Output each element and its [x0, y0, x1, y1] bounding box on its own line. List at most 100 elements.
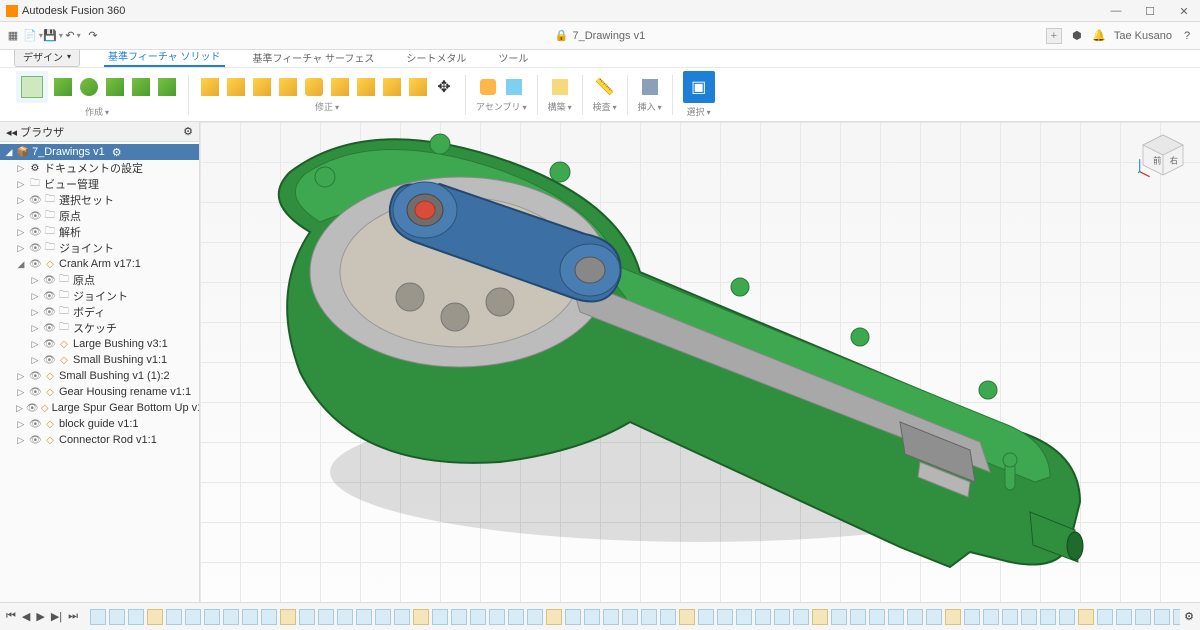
tree-node[interactable]: ▷👁◇block guide v1:1 [0, 416, 199, 432]
help-icon[interactable]: ? [1180, 29, 1194, 43]
timeline-feature[interactable] [660, 609, 676, 625]
timeline-feature[interactable] [223, 609, 239, 625]
assemble-1-button[interactable] [477, 76, 499, 98]
timeline-feature[interactable] [1021, 609, 1037, 625]
construct-group-label[interactable]: 構築 [548, 100, 572, 113]
tab-surface[interactable]: 基準フィーチャ サーフェス [249, 48, 379, 67]
tab-tools[interactable]: ツール [494, 48, 532, 67]
timeline-feature[interactable] [869, 609, 885, 625]
timeline-feature[interactable] [375, 609, 391, 625]
construct-button[interactable] [549, 76, 571, 98]
timeline-settings-icon[interactable]: ⚙ [1184, 610, 1194, 623]
timeline-feature[interactable] [945, 609, 961, 625]
timeline-feature[interactable] [470, 609, 486, 625]
modify-3-button[interactable] [251, 76, 273, 98]
select-group-label[interactable]: 選択 [687, 105, 711, 118]
create-box-button[interactable] [52, 76, 74, 98]
file-menu-icon[interactable]: 📄 [26, 29, 40, 43]
tree-root[interactable]: ◢📦7_Drawings v1⚙ [0, 144, 199, 160]
create-group-label[interactable]: 作成 [85, 105, 109, 118]
timeline-feature[interactable] [850, 609, 866, 625]
modify-group-label[interactable]: 修正 [315, 100, 339, 113]
tree-node[interactable]: ▷👁◇Gear Housing rename v1:1 [0, 384, 199, 400]
timeline-feature[interactable] [166, 609, 182, 625]
select-button[interactable]: ▣ [683, 71, 715, 103]
timeline-feature[interactable] [1059, 609, 1075, 625]
timeline-feature[interactable] [1078, 609, 1094, 625]
tree-node[interactable]: ▷👁🗀選択セット [0, 192, 199, 208]
timeline-feature[interactable] [489, 609, 505, 625]
timeline-feature[interactable] [793, 609, 809, 625]
timeline-feature[interactable] [1154, 609, 1170, 625]
timeline-feature[interactable] [964, 609, 980, 625]
assemble-2-button[interactable] [503, 76, 525, 98]
data-panel-icon[interactable]: ▦ [6, 29, 20, 43]
timeline-last-button[interactable]: ⏭ [68, 610, 78, 623]
timeline-feature[interactable] [1040, 609, 1056, 625]
inspect-group-label[interactable]: 検査 [593, 100, 617, 113]
save-icon[interactable]: 💾 [46, 29, 60, 43]
timeline-feature[interactable] [147, 609, 163, 625]
modify-4-button[interactable] [277, 76, 299, 98]
timeline-feature[interactable] [508, 609, 524, 625]
tab-sheet-metal[interactable]: シートメタル [402, 48, 470, 67]
timeline-feature[interactable] [907, 609, 923, 625]
timeline-first-button[interactable]: ⏮ [6, 610, 16, 623]
sketch-button[interactable] [16, 71, 48, 103]
modify-5-button[interactable] [303, 76, 325, 98]
create-feature2-button[interactable] [130, 76, 152, 98]
tree-node[interactable]: ▷👁🗀ジョイント [0, 240, 199, 256]
insert-button[interactable] [639, 76, 661, 98]
viewcube[interactable]: 前 右 [1138, 130, 1188, 180]
timeline-feature[interactable] [698, 609, 714, 625]
timeline-feature[interactable] [527, 609, 543, 625]
timeline-feature[interactable] [299, 609, 315, 625]
create-feature-button[interactable] [104, 76, 126, 98]
inspect-button[interactable]: 📏 [594, 76, 616, 98]
timeline-play-button[interactable]: ▶ [36, 610, 44, 623]
tree-node[interactable]: ▷🗀ビュー管理 [0, 176, 199, 192]
timeline-feature[interactable] [318, 609, 334, 625]
tree-node[interactable]: ▷⚙ドキュメントの設定 [0, 160, 199, 176]
tree-node[interactable]: ▷👁🗀ボディ [0, 304, 199, 320]
tree-node[interactable]: ▷👁🗀ジョイント [0, 288, 199, 304]
timeline-feature[interactable] [337, 609, 353, 625]
timeline-feature[interactable] [280, 609, 296, 625]
new-tab-button[interactable]: + [1046, 28, 1062, 44]
window-close-button[interactable]: ✕ [1172, 3, 1196, 19]
timeline-feature[interactable] [185, 609, 201, 625]
timeline-prev-button[interactable]: ◀ [22, 610, 30, 623]
timeline-feature[interactable] [413, 609, 429, 625]
modify-9-button[interactable] [407, 76, 429, 98]
create-feature3-button[interactable] [156, 76, 178, 98]
tree-node[interactable]: ▷👁◇Connector Rod v1:1 [0, 432, 199, 448]
timeline-feature[interactable] [622, 609, 638, 625]
timeline-feature[interactable] [1135, 609, 1151, 625]
notifications-icon[interactable]: 🔔 [1092, 29, 1106, 43]
timeline-feature[interactable] [1097, 609, 1113, 625]
timeline-feature[interactable] [1002, 609, 1018, 625]
timeline-feature[interactable] [717, 609, 733, 625]
tree-node[interactable]: ▷👁🗀原点 [0, 208, 199, 224]
timeline-feature[interactable] [679, 609, 695, 625]
tree-node-crank[interactable]: ◢👁◇Crank Arm v17:1 [0, 256, 199, 272]
timeline-feature[interactable] [774, 609, 790, 625]
timeline-next-button[interactable]: ▶| [51, 610, 62, 623]
timeline-feature[interactable] [603, 609, 619, 625]
timeline-feature[interactable] [242, 609, 258, 625]
viewport-3d[interactable]: 前 右 [200, 122, 1200, 602]
tree-node[interactable]: ▷👁◇Small Bushing v1:1 [0, 352, 199, 368]
tree-node[interactable]: ▷👁🗀スケッチ [0, 320, 199, 336]
window-maximize-button[interactable]: ☐ [1138, 3, 1162, 19]
timeline-feature[interactable] [204, 609, 220, 625]
timeline-feature[interactable] [128, 609, 144, 625]
timeline-feature[interactable] [1173, 609, 1180, 625]
timeline-feature[interactable] [565, 609, 581, 625]
timeline-feature[interactable] [983, 609, 999, 625]
timeline-feature[interactable] [261, 609, 277, 625]
timeline-feature[interactable] [451, 609, 467, 625]
modify-7-button[interactable] [355, 76, 377, 98]
timeline-feature[interactable] [584, 609, 600, 625]
create-cylinder-button[interactable] [78, 76, 100, 98]
timeline-feature[interactable] [641, 609, 657, 625]
